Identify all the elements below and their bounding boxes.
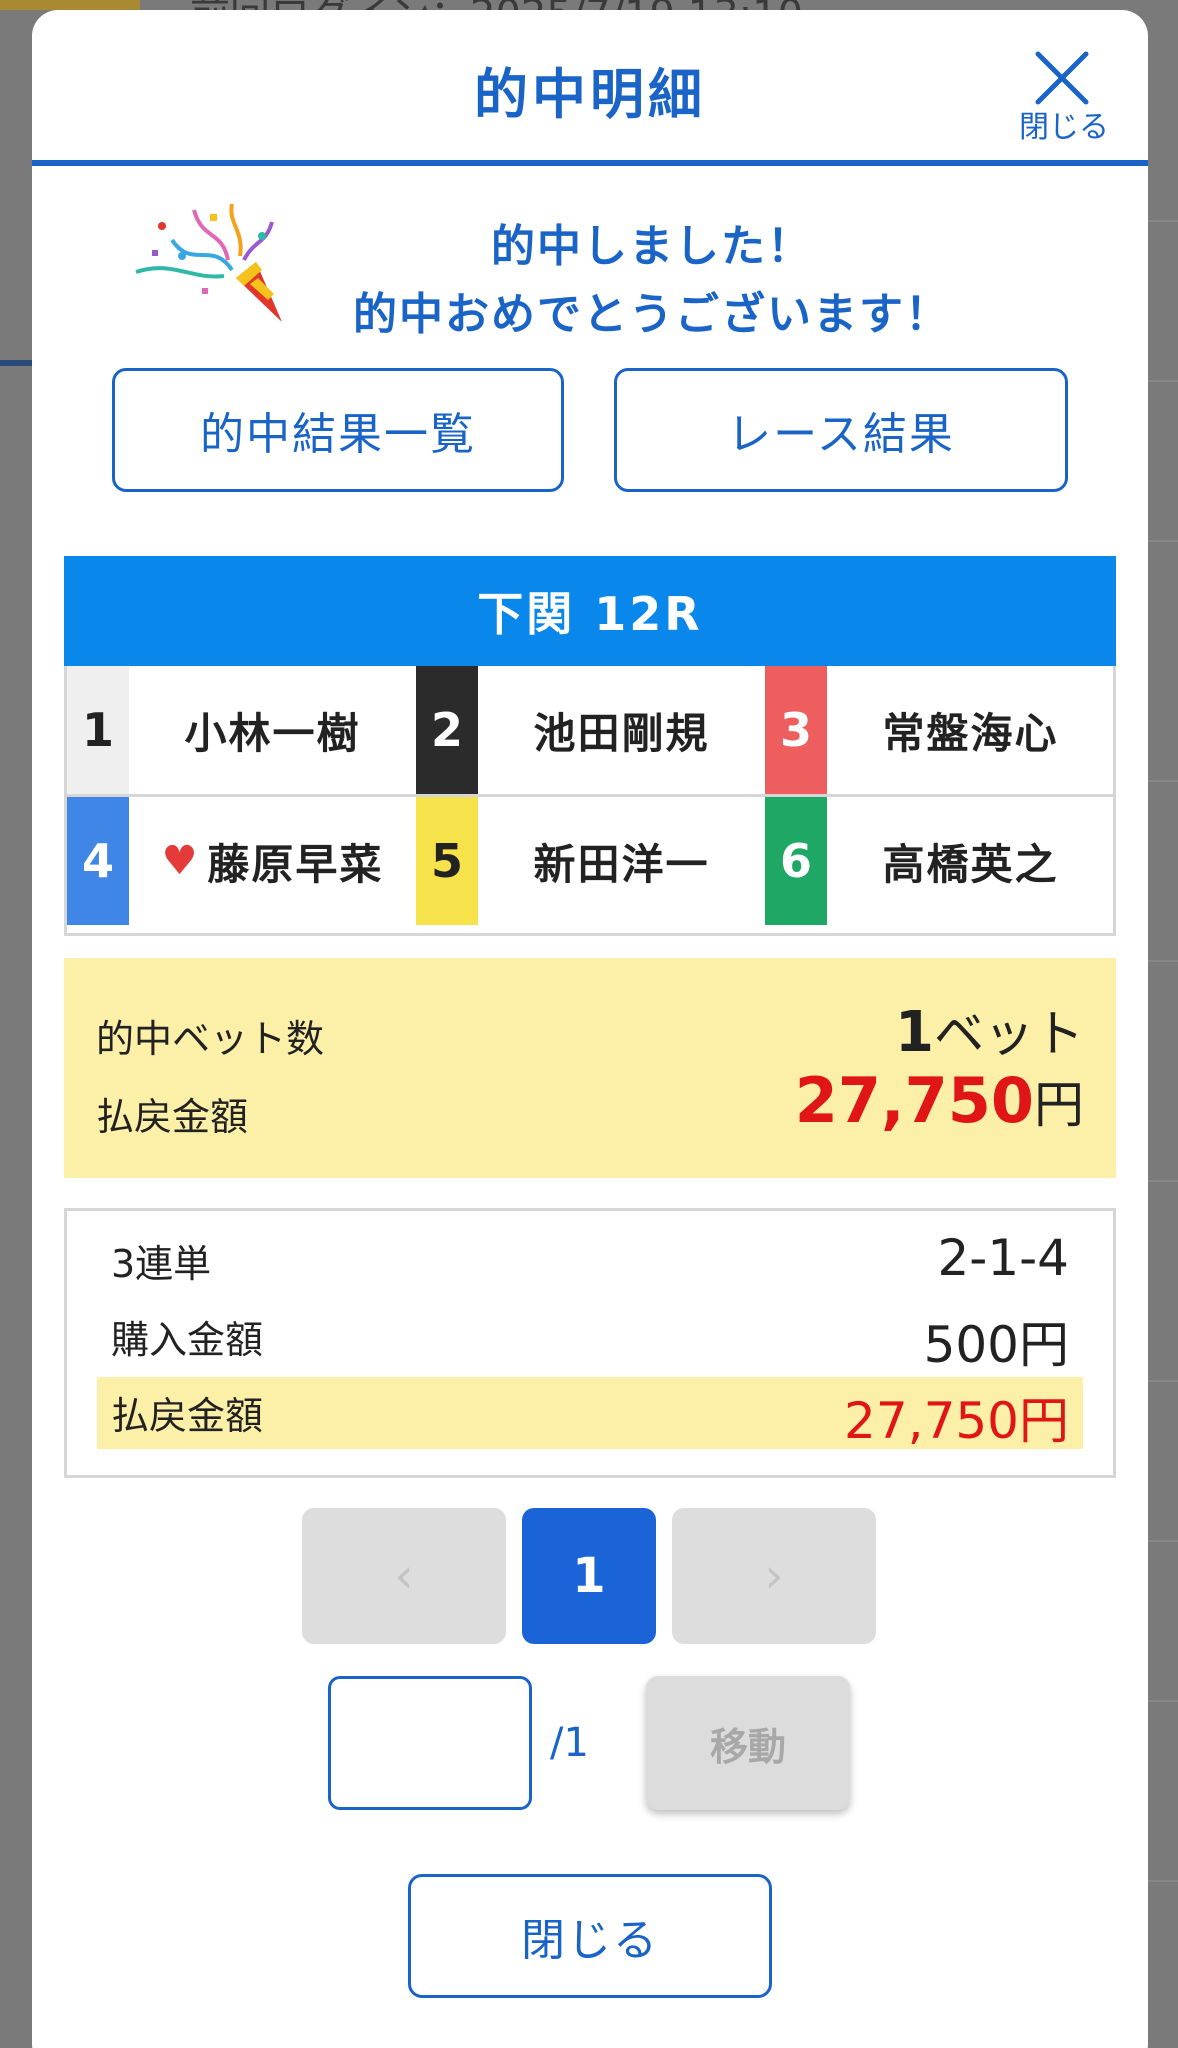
close-icon-label[interactable]: 閉じる <box>1014 102 1114 146</box>
racer-name: 常盤海心 <box>827 666 1114 794</box>
racer-number: 6 <box>765 797 827 925</box>
payout-value: 27,750円 <box>795 1064 1084 1137</box>
heart-icon: ♥ <box>161 838 200 884</box>
background-divider <box>1148 1700 1178 1702</box>
bet-detail: 3連単 2-1-4 購入金額 500円 払戻金額 27,750円 <box>64 1208 1116 1478</box>
payout-label: 払戻金額 <box>96 1095 249 1139</box>
bet-type-label: 3連単 <box>111 1242 212 1286</box>
racer-name: 池田剛規 <box>478 666 765 794</box>
background-divider <box>1148 540 1178 542</box>
purchase-label: 購入金額 <box>111 1318 264 1362</box>
racer-number: 3 <box>765 666 827 794</box>
racer-name-text: 常盤海心 <box>882 708 1059 758</box>
race-header: 下関 12R <box>64 556 1116 666</box>
bet-count-unit: ベット <box>934 1005 1084 1063</box>
racer-cell: 4 ♥ 藤原早菜 <box>67 797 416 925</box>
bet-type-row: 3連単 2-1-4 <box>97 1225 1083 1297</box>
bet-payout-row: 払戻金額 27,750円 <box>97 1377 1083 1450</box>
bet-type-value: 2-1-4 <box>937 1229 1069 1287</box>
chevron-left-icon: ‹ <box>394 1548 414 1604</box>
background-divider <box>1148 220 1178 222</box>
bet-count-value: 1ベット <box>895 994 1084 1066</box>
background-divider <box>1148 960 1178 962</box>
current-page-button[interactable]: 1 <box>522 1508 656 1644</box>
purchase-value: 500円 <box>923 1316 1069 1374</box>
hit-results-list-button[interactable]: 的中結果一覧 <box>112 368 564 492</box>
modal-header: 的中明細 閉じる <box>32 10 1148 166</box>
racer-name-text: 藤原早菜 <box>207 839 384 889</box>
hit-detail-modal: 的中明細 閉じる 的中しました！ 的中おめでとうございます！ 的中結果一覧 レー… <box>32 10 1148 2048</box>
background-divider <box>1148 1880 1178 1882</box>
payout-unit: 円 <box>1034 1076 1084 1134</box>
racer-number: 4 <box>67 797 129 925</box>
bet-count-number: 1 <box>895 1000 934 1065</box>
racer-table: 1 小林一樹 2 池田剛規 3 常盤海心 4 ♥ 藤原早菜 5 新田洋一 6 高橋英之 <box>64 666 1116 936</box>
racer-cell: 6 高橋英之 <box>765 797 1114 925</box>
racer-number: 5 <box>416 797 478 925</box>
background-divider <box>1148 1540 1178 1542</box>
modal-title: 的中明細 <box>474 63 706 126</box>
racer-name-text: 小林一樹 <box>184 708 361 758</box>
close-button[interactable]: 閉じる <box>408 1874 772 1998</box>
page-total: /1 <box>550 1720 589 1766</box>
prev-page-button[interactable]: ‹ <box>302 1508 506 1644</box>
racer-name-text: 高橋英之 <box>882 839 1059 889</box>
racer-cell: 1 小林一樹 <box>67 666 416 794</box>
congrats-title: 的中しました！ <box>491 221 813 272</box>
background-divider <box>1148 1380 1178 1382</box>
background-accent <box>0 360 32 366</box>
racer-number: 2 <box>416 666 478 794</box>
party-popper-icon <box>132 200 302 330</box>
congrats-message: 的中しました！ 的中おめでとうございます！ <box>132 200 1052 340</box>
next-page-button[interactable]: › <box>672 1508 876 1644</box>
background-divider <box>1148 380 1178 382</box>
chevron-right-icon: › <box>764 1548 784 1604</box>
racer-name-text: 新田洋一 <box>533 839 710 889</box>
background-stripe <box>0 0 140 10</box>
move-page-button[interactable]: 移動 <box>646 1676 850 1810</box>
racer-name: 新田洋一 <box>478 797 765 925</box>
racer-name: 高橋英之 <box>827 797 1114 925</box>
racer-cell: 5 新田洋一 <box>416 797 765 925</box>
racer-name-text: 池田剛規 <box>533 708 710 758</box>
payout-amount: 27,750 <box>794 1064 1034 1137</box>
background-divider <box>1148 780 1178 782</box>
bet-count-label: 的中ベット数 <box>96 1017 325 1061</box>
racer-row-divider <box>67 794 1113 797</box>
racer-number: 1 <box>67 666 129 794</box>
hit-summary: 的中ベット数 1ベット 払戻金額 27,750円 <box>64 958 1116 1178</box>
page-number-input[interactable] <box>328 1676 532 1810</box>
purchase-row: 購入金額 500円 <box>97 1301 1083 1374</box>
background-divider <box>1148 1180 1178 1182</box>
racer-name: 小林一樹 <box>129 666 416 794</box>
racer-cell: 3 常盤海心 <box>765 666 1114 794</box>
bet-payout-label: 払戻金額 <box>111 1394 264 1438</box>
racer-cell: 2 池田剛規 <box>416 666 765 794</box>
congrats-subtitle: 的中おめでとうございます！ <box>353 289 951 340</box>
racer-name: ♥ 藤原早菜 <box>129 797 416 925</box>
bet-payout-value: 27,750円 <box>844 1392 1069 1450</box>
race-results-button[interactable]: レース結果 <box>614 368 1068 492</box>
